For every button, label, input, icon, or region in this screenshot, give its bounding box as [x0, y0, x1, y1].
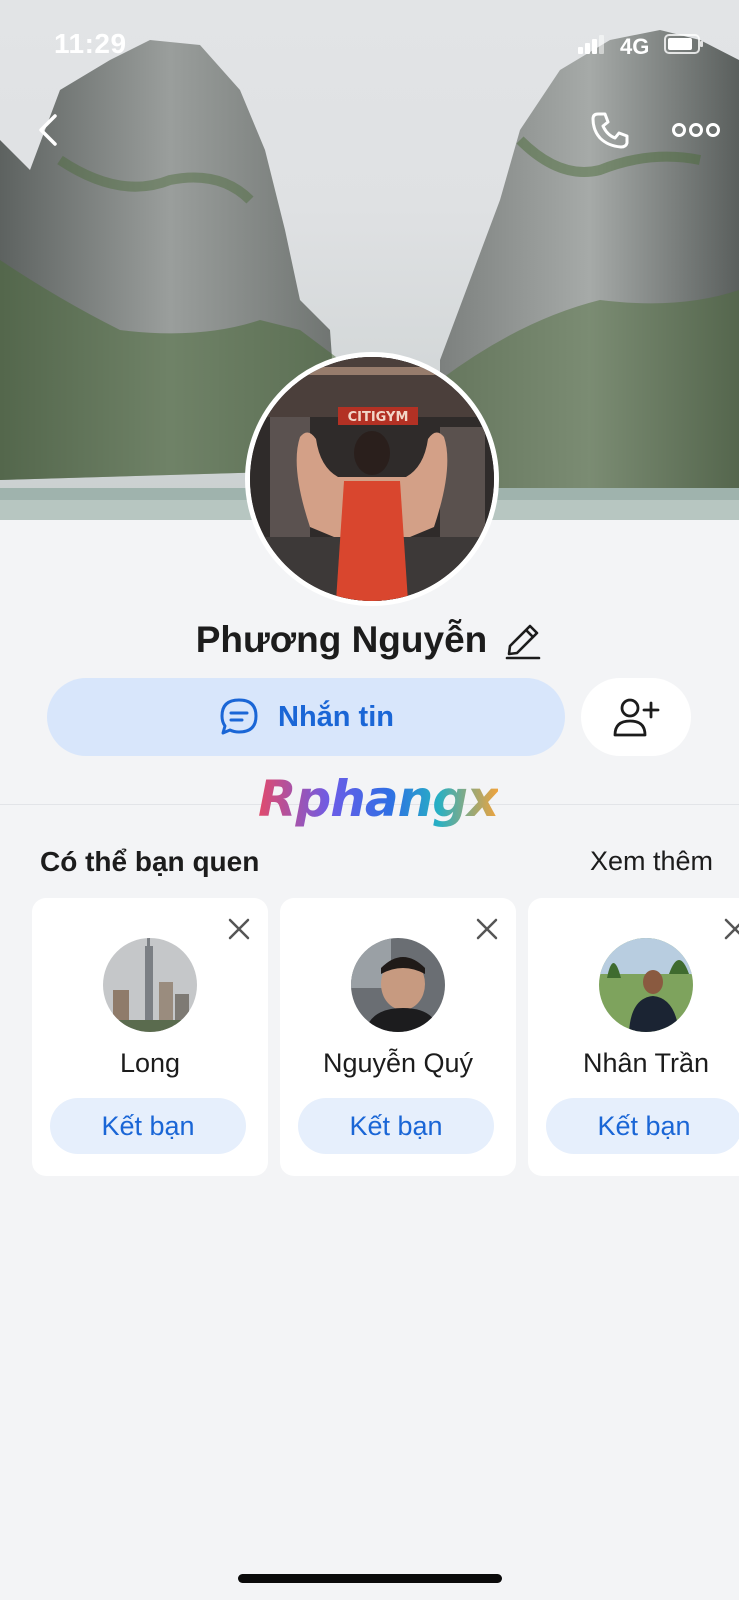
chevron-left-icon	[39, 114, 57, 146]
profile-avatar[interactable]: CITIGYM	[245, 352, 499, 606]
gym-sign-text: CITIGYM	[348, 410, 409, 425]
close-icon[interactable]	[226, 916, 252, 942]
watermark-logo: Rphangx	[258, 770, 499, 828]
avatar	[103, 938, 197, 1032]
avatar	[599, 938, 693, 1032]
status-bar: 11:29 4G	[0, 0, 739, 90]
more-options-button[interactable]	[670, 104, 722, 156]
add-friend-suggestion-button[interactable]: Kết bạn	[298, 1098, 494, 1154]
add-friend-suggestion-button[interactable]: Kết bạn	[546, 1098, 739, 1154]
suggestion-card[interactable]: Nhân Trần Kết bạn	[528, 898, 739, 1176]
call-button[interactable]	[584, 104, 636, 156]
person-photo-icon	[351, 938, 445, 1032]
suggestion-name: Nhân Trần	[582, 1048, 710, 1078]
gym-photo-icon: CITIGYM	[250, 357, 494, 601]
add-user-icon	[613, 698, 660, 737]
suggestion-list: Long Kết bạn Nguyễn Quý Kết bạn Nhân Trầ…	[32, 898, 739, 1178]
edit-pencil-icon[interactable]	[503, 620, 543, 660]
home-indicator[interactable]	[238, 1574, 502, 1583]
battery-icon	[664, 34, 703, 54]
avatar	[351, 938, 445, 1032]
network-type: 4G	[620, 34, 650, 59]
suggestion-name: Long	[119, 1048, 181, 1078]
suggestions-title: Có thể bạn quen	[40, 846, 260, 877]
see-more-link[interactable]: Xem thêm	[590, 846, 713, 877]
suggestion-name: Nguyễn Quý	[322, 1048, 474, 1078]
more-dots-icon	[672, 123, 720, 137]
outdoor-person-photo-icon	[599, 938, 693, 1032]
phone-icon	[591, 112, 629, 149]
back-button[interactable]	[22, 104, 74, 156]
add-friend-button[interactable]	[581, 678, 691, 756]
close-icon[interactable]	[722, 916, 739, 942]
close-icon[interactable]	[474, 916, 500, 942]
signal-icon	[578, 35, 604, 54]
profile-name: Phương Nguyễn	[195, 619, 488, 660]
suggestion-card[interactable]: Long Kết bạn	[32, 898, 268, 1176]
status-time: 11:29	[54, 28, 127, 59]
message-button[interactable]: Nhắn tin	[47, 678, 565, 756]
chat-bubble-icon	[220, 698, 258, 735]
suggestion-card[interactable]: Nguyễn Quý Kết bạn	[280, 898, 516, 1176]
message-button-label: Nhắn tin	[278, 700, 394, 733]
add-friend-suggestion-button[interactable]: Kết bạn	[50, 1098, 246, 1154]
skyline-photo-icon	[103, 938, 197, 1032]
profile-name-row: Phương Nguyễn	[0, 612, 739, 668]
